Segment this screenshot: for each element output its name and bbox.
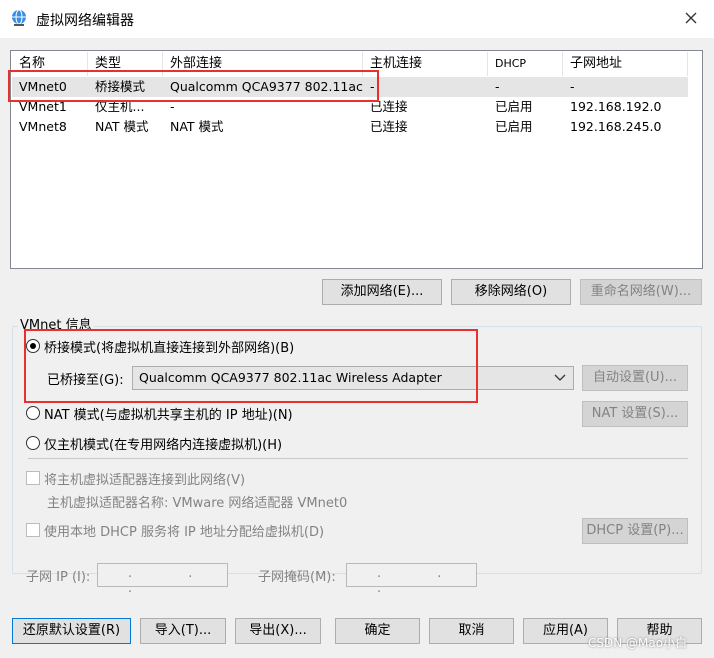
host-only-radio[interactable]: [26, 436, 40, 450]
nat-settings-button[interactable]: NAT 设置(S)...: [582, 401, 688, 427]
add-network-button[interactable]: 添加网络(E)...: [322, 279, 442, 305]
subnet-mask-label: 子网掩码(M):: [258, 570, 336, 585]
watermark: CSDN @Mao小白: [588, 636, 688, 650]
cell-subnet: 192.168.192.0: [570, 99, 662, 114]
cell-dhcp: 已启用: [495, 119, 533, 134]
nat-label[interactable]: NAT 模式(与虚拟机共享主机的 IP 地址)(N): [44, 404, 293, 423]
dhcp-settings-button[interactable]: DHCP 设置(P)...: [582, 518, 688, 544]
import-button[interactable]: 导入(T)...: [140, 618, 226, 644]
dhcp-checkbox[interactable]: [26, 523, 40, 537]
table-row[interactable]: VMnet8 NAT 模式 NAT 模式 已连接 已启用 192.168.245…: [12, 117, 688, 137]
globe-network-icon: [12, 9, 26, 26]
nat-radio[interactable]: [26, 406, 40, 420]
connect-adapter-label[interactable]: 将主机虚拟适配器连接到此网络(V): [44, 469, 245, 488]
cell-dhcp: -: [495, 79, 500, 94]
column-header-dhcp[interactable]: DHCP: [488, 52, 563, 76]
subnet-ip-field[interactable]: . . .: [97, 563, 228, 596]
separator: [28, 458, 688, 459]
cell-name: VMnet8: [19, 119, 67, 134]
cell-external: NAT 模式: [170, 119, 224, 134]
subnet-mask-field[interactable]: . . .: [346, 563, 477, 596]
restore-defaults-button[interactable]: 还原默认设置(R): [12, 618, 131, 644]
cell-subnet: 192.168.245.0: [570, 119, 662, 134]
connect-adapter-checkbox[interactable]: [26, 471, 40, 485]
cell-dhcp: 已启用: [495, 99, 533, 114]
column-header-host[interactable]: 主机连接: [363, 52, 488, 76]
remove-network-button[interactable]: 移除网络(O): [451, 279, 571, 305]
chevron-down-icon: [554, 374, 566, 381]
highlight-box-bridged: [24, 329, 478, 403]
cell-host: 已连接: [370, 119, 408, 134]
subnet-ip-label: 子网 IP (I):: [26, 570, 91, 585]
cancel-button[interactable]: 取消: [429, 618, 514, 644]
cell-subnet: -: [570, 79, 575, 94]
auto-settings-button[interactable]: 自动设置(U)...: [582, 365, 688, 391]
subnet-mask-placeholder: . . .: [377, 566, 468, 596]
subnet-ip-placeholder: . . .: [128, 566, 219, 596]
adapter-name-label: 主机虚拟适配器名称: VMware 网络适配器 VMnet0: [47, 496, 348, 511]
ok-button[interactable]: 确定: [335, 618, 420, 644]
cell-host: 已连接: [370, 99, 408, 114]
column-header-subnet[interactable]: 子网地址: [563, 52, 688, 76]
window-title: 虚拟网络编辑器: [36, 13, 134, 29]
host-only-label[interactable]: 仅主机模式(在专用网络内连接虚拟机)(H): [44, 434, 282, 453]
highlight-box-vmnet0: [8, 70, 379, 102]
cell-type: NAT 模式: [95, 119, 149, 134]
rename-network-button[interactable]: 重命名网络(W)...: [580, 279, 702, 305]
dhcp-label[interactable]: 使用本地 DHCP 服务将 IP 地址分配给虚拟机(D): [44, 521, 324, 540]
cell-host: -: [370, 79, 375, 94]
close-icon[interactable]: [680, 7, 702, 29]
export-button[interactable]: 导出(X)...: [235, 618, 321, 644]
